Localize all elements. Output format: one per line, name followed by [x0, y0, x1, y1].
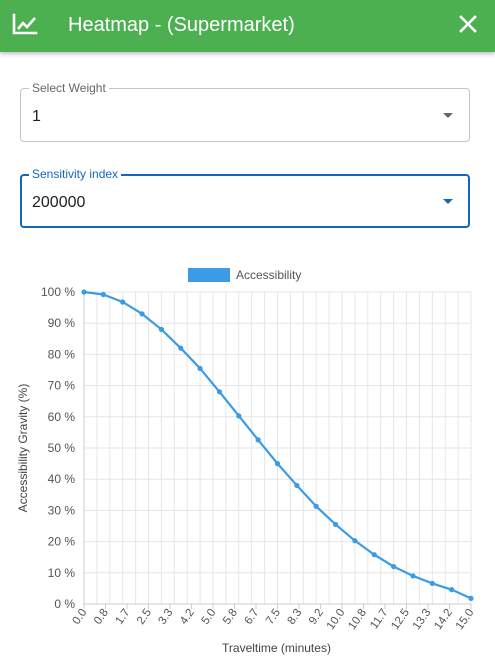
- dialog-header: Heatmap - (Supermarket): [0, 0, 495, 52]
- data-point: [236, 413, 242, 419]
- data-point: [120, 299, 126, 305]
- sensitivity-select[interactable]: Sensitivity index 200000: [20, 167, 470, 228]
- data-point: [178, 345, 184, 351]
- y-tick-label: 30 %: [48, 503, 76, 517]
- sensitivity-select-label: Sensitivity index: [29, 167, 122, 181]
- x-tick-label: 10.8: [346, 607, 369, 632]
- x-tick-label: 5.0: [199, 607, 218, 627]
- data-point: [332, 521, 339, 528]
- weight-select-value: 1: [32, 108, 41, 125]
- x-tick-label: 10.0: [325, 607, 348, 632]
- close-icon[interactable]: [454, 10, 482, 38]
- x-tick-label: 8.3: [285, 607, 304, 627]
- x-tick-label: 12.5: [389, 607, 412, 632]
- weight-select-label: Select Weight: [29, 81, 109, 95]
- x-tick-label: 5.8: [221, 607, 240, 627]
- y-tick-label: 90 %: [48, 316, 76, 330]
- y-tick-label: 100 %: [41, 285, 75, 299]
- data-point: [391, 563, 397, 570]
- legend-label: Accessibility: [236, 268, 301, 282]
- accessibility-chart: Accessibility 0 % 10 % 20 % 30 % 40 % 50 % 60 %…: [16, 268, 477, 655]
- y-tick-label: 10 %: [48, 566, 76, 580]
- x-tick-label: 7.5: [264, 607, 283, 627]
- x-tick-label: 1.7: [113, 607, 132, 627]
- data-point: [197, 365, 203, 372]
- dialog-title: Heatmap - (Supermarket): [68, 14, 295, 36]
- data-point: [139, 311, 145, 317]
- y-tick-label: 0 %: [54, 597, 75, 611]
- data-point: [410, 573, 416, 579]
- y-tick-label: 60 %: [48, 410, 76, 424]
- data-point: [158, 326, 164, 333]
- y-tick-label: 80 %: [48, 347, 76, 361]
- x-tick-label: 14.2: [432, 607, 455, 632]
- data-point: [313, 503, 319, 509]
- y-tick-label: 20 %: [48, 535, 76, 549]
- y-tick-label: 70 %: [48, 379, 76, 393]
- x-tick-label: 11.7: [368, 607, 390, 632]
- x-tick-label: 3.3: [156, 607, 175, 627]
- data-point: [274, 461, 281, 467]
- data-point: [468, 595, 474, 601]
- x-tick-label: 9.2: [307, 607, 326, 627]
- x-tick-label: 15.0: [454, 607, 477, 632]
- data-point: [449, 587, 455, 593]
- x-tick-label: 6.7: [242, 607, 261, 627]
- data-point: [100, 291, 106, 298]
- chevron-down-icon[interactable]: [443, 199, 453, 204]
- data-point: [216, 389, 223, 395]
- weight-select[interactable]: Select Weight 1: [20, 81, 470, 142]
- x-tick-label: 2.5: [135, 607, 154, 627]
- y-tick-label: 40 %: [48, 472, 76, 486]
- x-tick-label: 13.3: [411, 607, 434, 632]
- x-tick-label: 4.2: [178, 607, 197, 627]
- line-chart-icon: [12, 13, 38, 35]
- data-point: [255, 437, 261, 443]
- data-point: [81, 289, 87, 295]
- y-tick-label: 50 %: [48, 441, 76, 455]
- sensitivity-select-value: 200000: [32, 194, 86, 211]
- data-point: [429, 580, 435, 587]
- data-point: [352, 538, 358, 544]
- x-tick-label: 0.8: [92, 607, 111, 627]
- data-point: [294, 482, 300, 489]
- chevron-down-icon[interactable]: [443, 113, 453, 118]
- y-axis-title: Accessibility Gravity (%): [16, 384, 30, 513]
- x-axis-title: Traveltime (minutes): [222, 641, 331, 655]
- data-point: [371, 552, 377, 558]
- legend-swatch: [188, 268, 230, 282]
